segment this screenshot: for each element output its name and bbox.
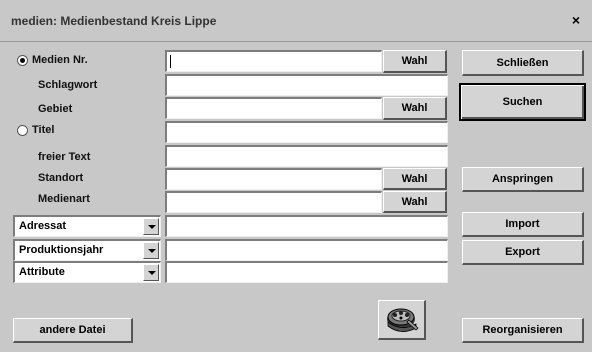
standort-input[interactable] [165,168,382,190]
title-bar: medien: Medienbestand Kreis Lippe × [0,0,592,42]
chevron-down-icon[interactable] [143,242,159,259]
wahl-standort-button[interactable]: Wahl [383,168,447,190]
chevron-down-icon[interactable] [143,264,159,281]
gebiet-input[interactable] [165,97,382,119]
titel-input[interactable] [165,121,448,143]
adressat-select[interactable]: Adressat [13,215,161,237]
wahl-button-label: Wahl [401,55,428,67]
suchen-button-label: Suchen [502,96,543,108]
label-schlagwort: Schlagwort [38,79,98,91]
wahl-gebiet-button[interactable]: Wahl [383,97,447,120]
label-freier-text: freier Text [38,151,91,163]
export-button[interactable]: Export [462,240,584,265]
wahl-button-label: Wahl [401,195,428,208]
label-medienart: Medienart [38,193,90,205]
film-reel-icon [387,308,419,332]
label-standort: Standort [38,172,84,184]
wahl-button-label: Wahl [401,102,428,114]
attribute-select-value: Attribute [19,266,65,278]
label-medien-nr: Medien Nr. [32,54,88,66]
attribute-select[interactable]: Attribute [13,261,161,283]
label-gebiet: Gebiet [38,103,73,115]
schliessen-button[interactable]: Schließen [462,50,584,76]
medienart-input[interactable] [165,191,382,213]
andere-datei-button-label: andere Datei [39,324,106,336]
export-button-label: Export [505,246,540,258]
anspringen-button[interactable]: Anspringen [462,167,584,192]
import-button-label: Import [505,218,540,230]
label-titel: Titel [32,124,55,136]
close-button[interactable]: × [568,12,584,28]
adressat-input[interactable] [165,215,448,237]
produktionsjahr-input[interactable] [165,239,448,261]
radio-medien-nr[interactable] [17,55,28,66]
wahl-medien-nr-button[interactable]: Wahl [383,50,447,73]
chevron-down-icon[interactable] [143,218,159,235]
freier-text-input[interactable] [165,145,448,167]
produktionsjahr-select-value: Produktionsjahr [19,244,104,256]
wahl-medienart-button[interactable]: Wahl [383,191,447,213]
attribute-input[interactable] [165,261,448,283]
adressat-select-value: Adressat [19,220,67,232]
suchen-button[interactable]: Suchen [459,83,586,121]
anspringen-button-label: Anspringen [491,173,554,185]
medien-nr-input[interactable] [165,50,382,72]
reorganisieren-button[interactable]: Reorganisieren [462,318,584,343]
produktionsjahr-select[interactable]: Produktionsjahr [13,239,161,261]
andere-datei-button[interactable]: andere Datei [13,318,133,343]
text-caret [170,55,171,68]
film-reel-button[interactable] [378,300,426,340]
import-button[interactable]: Import [462,212,584,237]
schliessen-button-label: Schließen [496,56,549,69]
schlagwort-input[interactable] [165,74,448,96]
wahl-button-label: Wahl [401,172,428,185]
window-title: medien: Medienbestand Kreis Lippe [11,14,217,28]
reorganisieren-button-label: Reorganisieren [482,324,563,336]
radio-titel[interactable] [17,125,28,136]
